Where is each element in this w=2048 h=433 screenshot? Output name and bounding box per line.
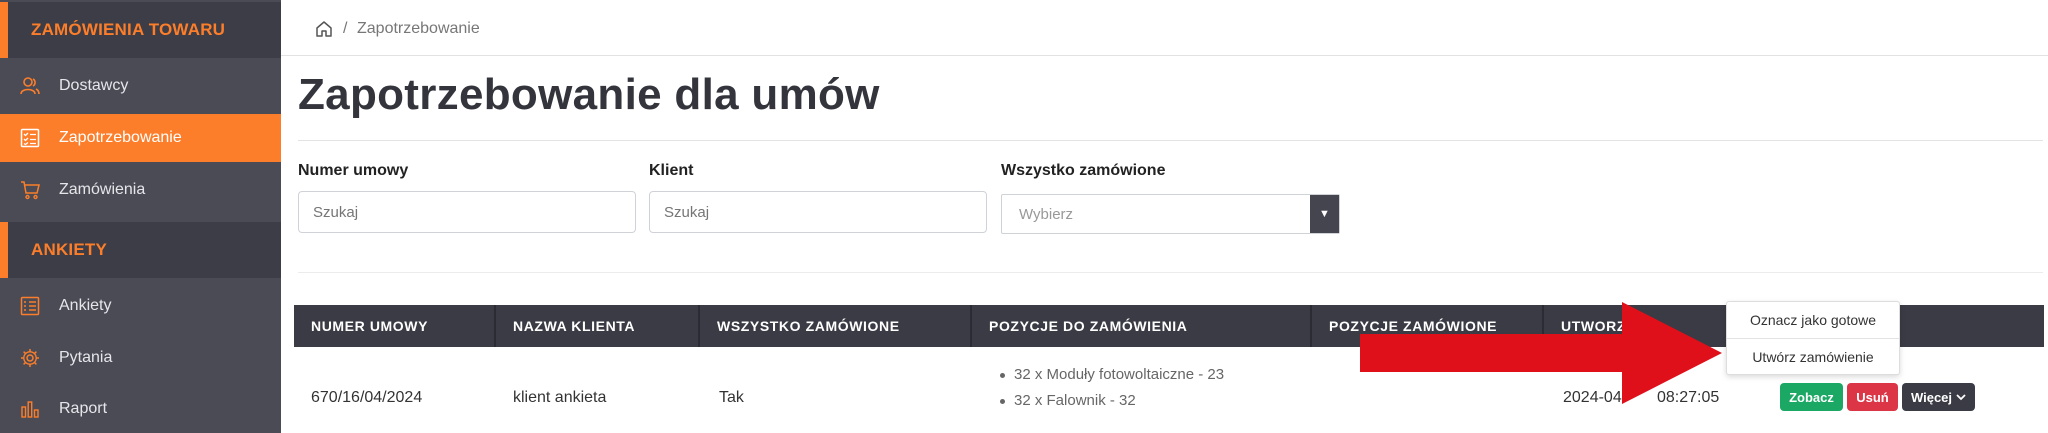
users-icon (20, 77, 40, 95)
client-input[interactable] (649, 191, 987, 233)
breadcrumb-current: Zapotrzebowanie (357, 20, 480, 37)
sidebar-item-label: Ankiety (59, 297, 112, 314)
column-header[interactable]: POZYCJE DO ZAMÓWIENIA (972, 305, 1312, 347)
list-item: 32 x Moduły fotowoltaiczne - 23 (1000, 366, 1224, 392)
checklist-icon (20, 128, 40, 148)
client-label: Klient (649, 162, 694, 179)
sidebar-section-surveys[interactable]: ANKIETY (0, 222, 281, 278)
column-header[interactable]: WSZYSTKO ZAMÓWIONE (700, 305, 972, 347)
sidebar-item-label: Pytania (59, 349, 113, 366)
client-cell: klient ankieta (513, 389, 607, 406)
sidebar-section-label: ZAMÓWIENIA TOWARU (31, 20, 226, 39)
sidebar: ZAMÓWIENIA TOWARU Dostawcy Zapotrzebowan… (0, 0, 281, 433)
sidebar-section-label: ANKIETY (31, 240, 108, 259)
all-ordered-cell: Tak (719, 389, 744, 406)
more-button-label: Więcej (1910, 389, 1953, 405)
column-header[interactable]: NAZWA KLIENTA (496, 305, 700, 347)
sidebar-item-label: Zamówienia (59, 181, 146, 198)
chart-icon (21, 401, 39, 418)
divider (298, 272, 2043, 273)
sidebar-section-orders[interactable]: ZAMÓWIENIA TOWARU (0, 2, 281, 58)
sidebar-item-label: Zapotrzebowanie (59, 129, 182, 146)
sidebar-item-label: Dostawcy (59, 77, 129, 94)
all-ordered-select[interactable]: Wybierz ▼ (1001, 194, 1340, 234)
gear-icon (21, 349, 39, 367)
more-dropdown-menu: Oznacz jako gotowe Utwórz zamówienie (1726, 301, 1900, 375)
sidebar-item-raport[interactable]: Raport (0, 385, 281, 433)
page-title: Zapotrzebowanie dla umów (298, 70, 880, 119)
cart-icon (21, 181, 40, 200)
sidebar-item-dostawcy[interactable]: Dostawcy (0, 62, 281, 110)
mark-as-ready-menu-item[interactable]: Oznacz jako gotowe (1727, 302, 1899, 337)
caret-down-icon[interactable]: ▼ (1310, 195, 1339, 233)
select-placeholder: Wybierz (1019, 206, 1074, 223)
contract-number-input[interactable] (298, 191, 636, 233)
more-button[interactable]: Więcej (1902, 383, 1975, 411)
sidebar-item-zamowienia[interactable]: Zamówienia (0, 166, 281, 214)
home-icon[interactable] (315, 20, 333, 38)
chevron-down-icon (1956, 394, 1966, 401)
sidebar-item-label: Raport (59, 400, 108, 417)
breadcrumb-separator: / (343, 20, 348, 37)
view-button[interactable]: Zobacz (1780, 383, 1843, 411)
list-item: 32 x Falownik - 32 (1000, 392, 1224, 418)
delete-button[interactable]: Usuń (1847, 383, 1898, 411)
list-icon (20, 296, 40, 316)
all-ordered-label: Wszystko zamówione (1001, 162, 1166, 179)
divider (298, 140, 2043, 141)
sidebar-item-ankiety[interactable]: Ankiety (0, 282, 281, 330)
positions-to-order-list: 32 x Moduły fotowoltaiczne - 23 32 x Fal… (1000, 366, 1224, 418)
contract-number-label: Numer umowy (298, 162, 409, 179)
create-order-menu-item[interactable]: Utwórz zamówienie (1727, 339, 1899, 374)
sidebar-item-zapotrzebowanie[interactable]: Zapotrzebowanie (0, 114, 281, 162)
column-header[interactable]: NUMER UMOWY (294, 305, 496, 347)
contract-number-cell: 670/16/04/2024 (311, 389, 423, 406)
sidebar-item-pytania[interactable]: Pytania (0, 334, 281, 382)
annotation-arrow-icon (1360, 302, 1722, 404)
breadcrumb: / Zapotrzebowanie (281, 0, 2048, 56)
